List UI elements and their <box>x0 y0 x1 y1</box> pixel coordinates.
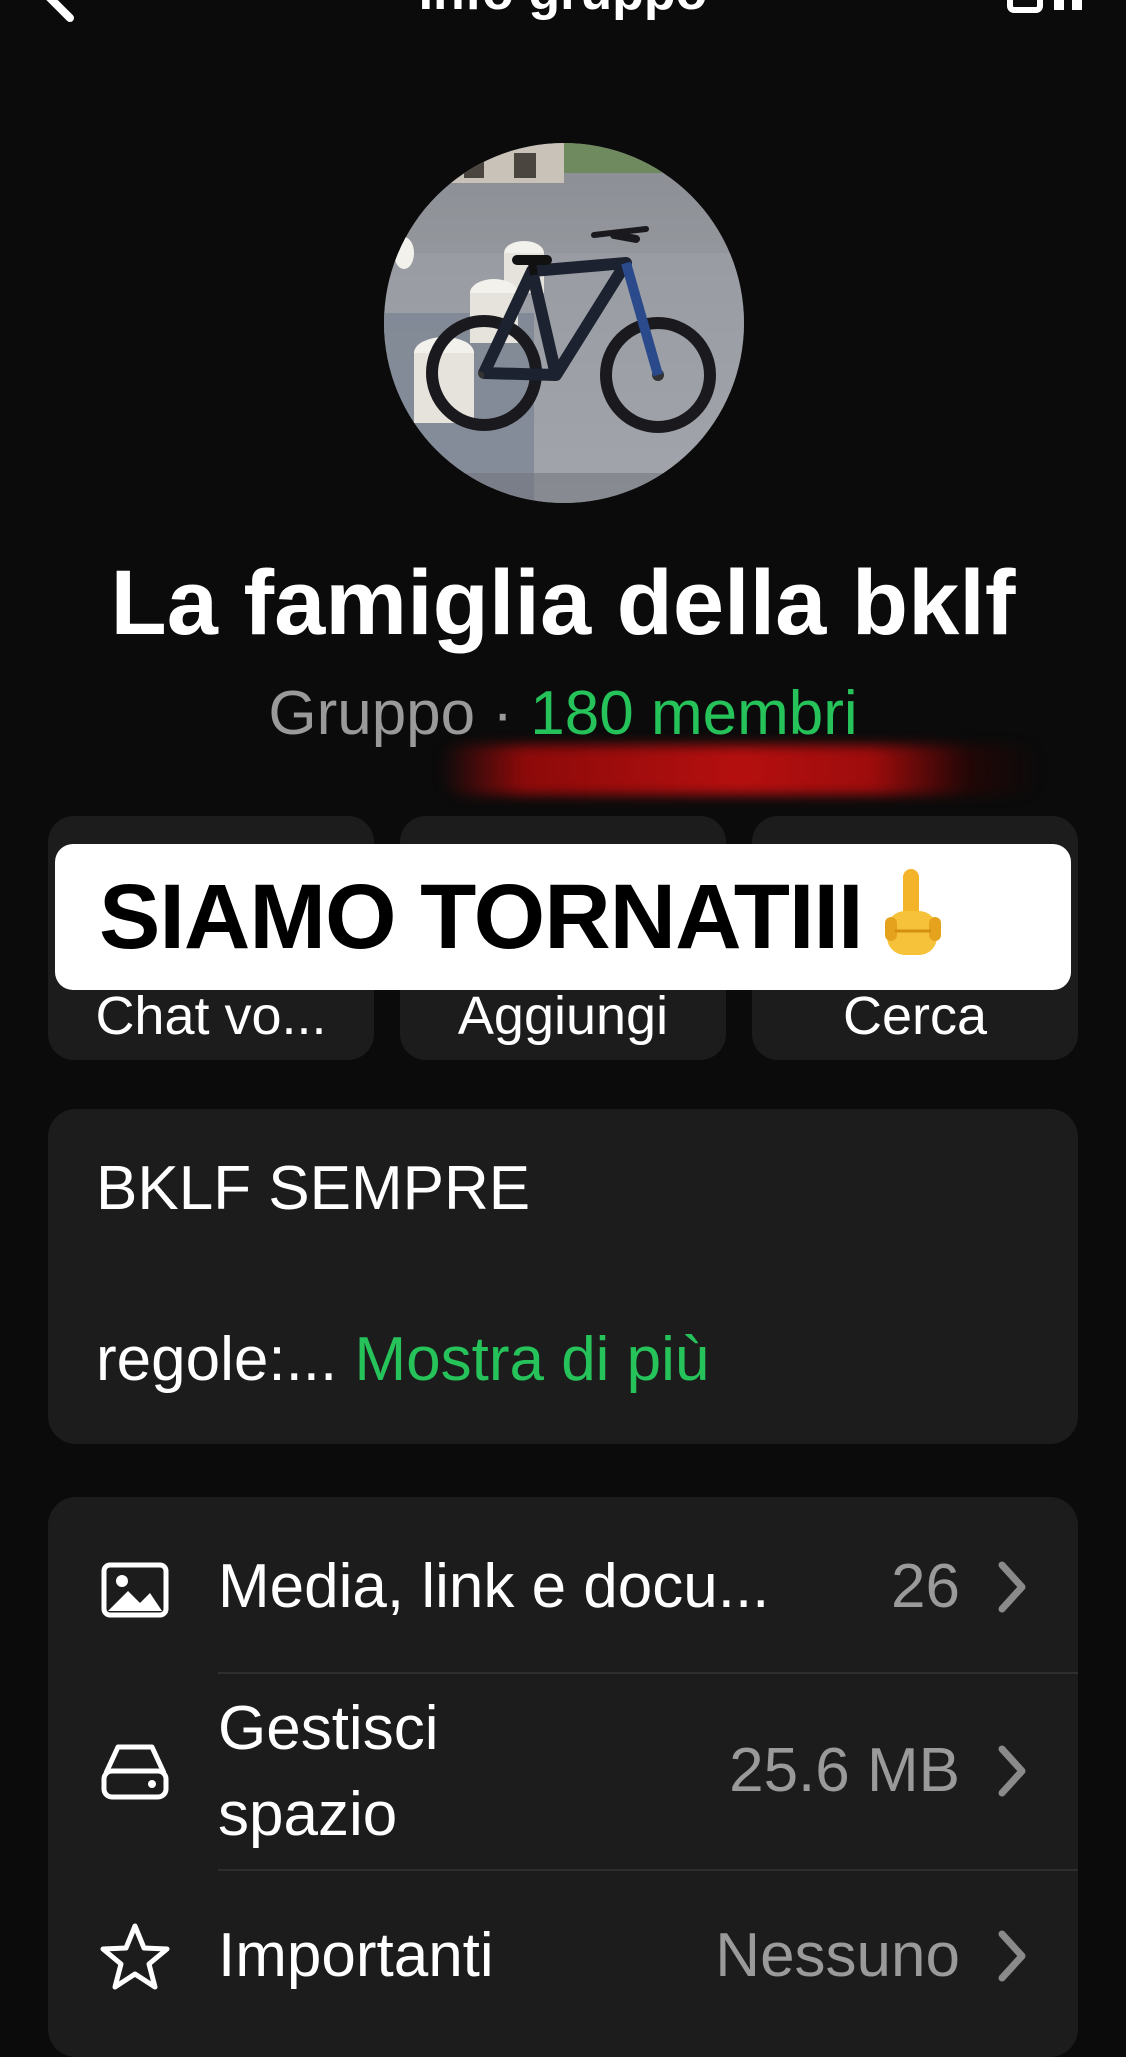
starred-value: Nessuno <box>715 1921 960 1990</box>
red-scribble-underline <box>440 745 1040 795</box>
search-label: Cerca <box>842 986 988 1046</box>
group-type: Gruppo <box>268 679 476 748</box>
separator-dot: · <box>492 679 514 748</box>
page-title: Info gruppo <box>0 0 1126 18</box>
storage-label-line2: spazio <box>218 1780 398 1849</box>
chevron-right-icon <box>998 1561 1026 1613</box>
show-more-link[interactable]: Mostra di più <box>354 1325 709 1394</box>
bike-photo <box>384 143 744 503</box>
description-title: BKLF SEMPRE <box>96 1154 531 1223</box>
storage-label-line1: Gestisci <box>218 1694 439 1763</box>
top-navigation: Info gruppo <box>0 0 1126 40</box>
description-rules: regole:... Mostra di più <box>96 1324 709 1396</box>
middle-finger-emoji-icon <box>884 869 941 955</box>
list-item-starred[interactable]: Importanti Nessuno <box>48 1870 1078 2057</box>
star-icon <box>100 1923 170 1990</box>
add-member-label: Aggiungi <box>457 986 669 1046</box>
starred-label: Importanti <box>218 1921 494 1990</box>
list-item-storage[interactable]: Gestisci spazio 25.6 MB <box>48 1673 1078 1869</box>
rules-text: regole:... <box>96 1325 338 1394</box>
group-subtitle: Gruppo · 180 membri <box>0 678 1126 750</box>
qr-code-icon[interactable] <box>1006 0 1086 20</box>
image-icon <box>101 1562 169 1618</box>
group-description-card[interactable]: BKLF SEMPRE regole:... Mostra di più <box>48 1109 1078 1444</box>
chevron-right-icon <box>998 1745 1026 1797</box>
group-settings-list: Media, link e docu... 26 Gestisci spazio… <box>48 1497 1078 2057</box>
chevron-right-icon <box>998 1930 1026 1982</box>
voice-chat-label: Chat vo... <box>95 986 327 1046</box>
media-count: 26 <box>891 1552 960 1621</box>
group-avatar[interactable] <box>384 143 744 503</box>
overlay-text-banner: SIAMO TORNATIII <box>55 844 1071 990</box>
storage-size: 25.6 MB <box>729 1736 960 1805</box>
list-item-media[interactable]: Media, link e docu... 26 <box>48 1497 1078 1687</box>
storage-icon <box>101 1744 169 1800</box>
banner-text: SIAMO TORNATIII <box>99 866 864 968</box>
media-label: Media, link e docu... <box>218 1552 770 1621</box>
members-count-link[interactable]: 180 membri <box>530 679 857 748</box>
group-name: La famiglia della bklf <box>110 552 1016 654</box>
